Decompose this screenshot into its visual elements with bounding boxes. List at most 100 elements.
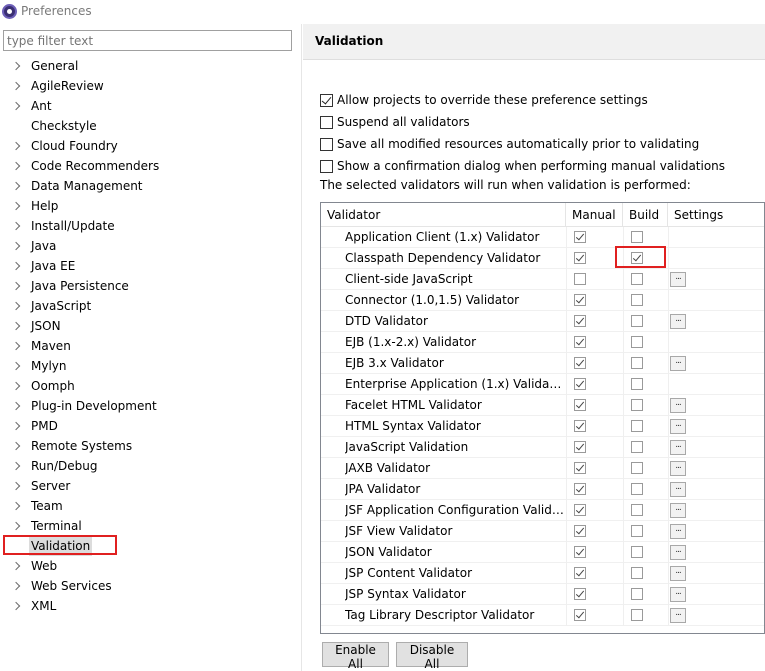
build-checkbox[interactable] [631,504,643,516]
build-checkbox[interactable] [631,588,643,600]
settings-button[interactable]: ... [670,587,686,602]
build-checkbox[interactable] [631,609,643,621]
tree-item-help[interactable]: Help [0,196,298,216]
suspend-validators-checkbox[interactable] [320,116,333,129]
settings-button[interactable]: ... [670,398,686,413]
chevron-right-icon[interactable] [12,136,22,156]
tree-item-web-services[interactable]: Web Services [0,576,298,596]
chevron-right-icon[interactable] [12,376,22,396]
settings-button[interactable]: ... [670,524,686,539]
tree-item-team[interactable]: Team [0,496,298,516]
tree-item-plug-in-development[interactable]: Plug-in Development [0,396,298,416]
tree-item-web[interactable]: Web [0,556,298,576]
tree-item-agilereview[interactable]: AgileReview [0,76,298,96]
settings-button[interactable]: ... [670,440,686,455]
chevron-right-icon[interactable] [12,156,22,176]
column-header-validator[interactable]: Validator [321,203,566,227]
settings-button[interactable]: ... [670,419,686,434]
settings-button[interactable]: ... [670,503,686,518]
build-checkbox[interactable] [631,420,643,432]
tree-item-java-ee[interactable]: Java EE [0,256,298,276]
tree-item-cloud-foundry[interactable]: Cloud Foundry [0,136,298,156]
manual-checkbox[interactable] [574,441,586,453]
chevron-right-icon[interactable] [12,256,22,276]
chevron-right-icon[interactable] [12,296,22,316]
chevron-right-icon[interactable] [12,236,22,256]
chevron-right-icon[interactable] [12,436,22,456]
tree-item-ant[interactable]: Ant [0,96,298,116]
chevron-right-icon[interactable] [12,276,22,296]
build-checkbox[interactable] [631,525,643,537]
manual-checkbox[interactable] [574,252,586,264]
build-checkbox[interactable] [631,441,643,453]
manual-checkbox[interactable] [574,399,586,411]
settings-button[interactable]: ... [670,461,686,476]
manual-checkbox[interactable] [574,315,586,327]
chevron-right-icon[interactable] [12,596,22,616]
manual-checkbox[interactable] [574,588,586,600]
tree-item-code-recommenders[interactable]: Code Recommenders [0,156,298,176]
manual-checkbox[interactable] [574,546,586,558]
panel-divider[interactable] [301,24,302,671]
tree-item-server[interactable]: Server [0,476,298,496]
disable-all-button[interactable]: Disable All [396,642,468,671]
allow-override-checkbox[interactable] [320,94,333,107]
manual-checkbox[interactable] [574,420,586,432]
settings-button[interactable]: ... [670,545,686,560]
settings-button[interactable]: ... [670,608,686,623]
chevron-right-icon[interactable] [12,496,22,516]
column-header-manual[interactable]: Manual [566,203,623,227]
chevron-right-icon[interactable] [12,416,22,436]
manual-checkbox[interactable] [574,378,586,390]
chevron-right-icon[interactable] [12,356,22,376]
chevron-right-icon[interactable] [12,56,22,76]
tree-item-run-debug[interactable]: Run/Debug [0,456,298,476]
chevron-right-icon[interactable] [12,396,22,416]
manual-checkbox[interactable] [574,462,586,474]
chevron-right-icon[interactable] [12,176,22,196]
build-checkbox[interactable] [631,231,643,243]
settings-button[interactable]: ... [670,566,686,581]
tree-item-terminal[interactable]: Terminal [0,516,298,536]
build-checkbox[interactable] [631,252,643,264]
tree-item-oomph[interactable]: Oomph [0,376,298,396]
chevron-right-icon[interactable] [12,556,22,576]
tree-item-checkstyle[interactable]: Checkstyle [0,116,298,136]
chevron-right-icon[interactable] [12,96,22,116]
tree-item-json[interactable]: JSON [0,316,298,336]
build-checkbox[interactable] [631,378,643,390]
build-checkbox[interactable] [631,399,643,411]
tree-item-java-persistence[interactable]: Java Persistence [0,276,298,296]
tree-item-remote-systems[interactable]: Remote Systems [0,436,298,456]
manual-checkbox[interactable] [574,273,586,285]
build-checkbox[interactable] [631,336,643,348]
chevron-right-icon[interactable] [12,576,22,596]
manual-checkbox[interactable] [574,567,586,579]
manual-checkbox[interactable] [574,609,586,621]
column-header-settings[interactable]: Settings [668,203,728,227]
tree-item-java[interactable]: Java [0,236,298,256]
manual-checkbox[interactable] [574,504,586,516]
build-checkbox[interactable] [631,273,643,285]
build-checkbox[interactable] [631,462,643,474]
chevron-right-icon[interactable] [12,76,22,96]
auto-save-checkbox[interactable] [320,138,333,151]
chevron-right-icon[interactable] [12,336,22,356]
chevron-right-icon[interactable] [12,516,22,536]
build-checkbox[interactable] [631,294,643,306]
tree-item-pmd[interactable]: PMD [0,416,298,436]
manual-checkbox[interactable] [574,231,586,243]
tree-item-general[interactable]: General [0,56,298,76]
chevron-right-icon[interactable] [12,476,22,496]
filter-input[interactable] [3,30,292,51]
build-checkbox[interactable] [631,546,643,558]
confirmation-dialog-checkbox[interactable] [320,160,333,173]
tree-item-mylyn[interactable]: Mylyn [0,356,298,376]
chevron-right-icon[interactable] [12,456,22,476]
chevron-right-icon[interactable] [12,196,22,216]
column-header-build[interactable]: Build [623,203,668,227]
build-checkbox[interactable] [631,483,643,495]
build-checkbox[interactable] [631,567,643,579]
manual-checkbox[interactable] [574,294,586,306]
tree-item-javascript[interactable]: JavaScript [0,296,298,316]
